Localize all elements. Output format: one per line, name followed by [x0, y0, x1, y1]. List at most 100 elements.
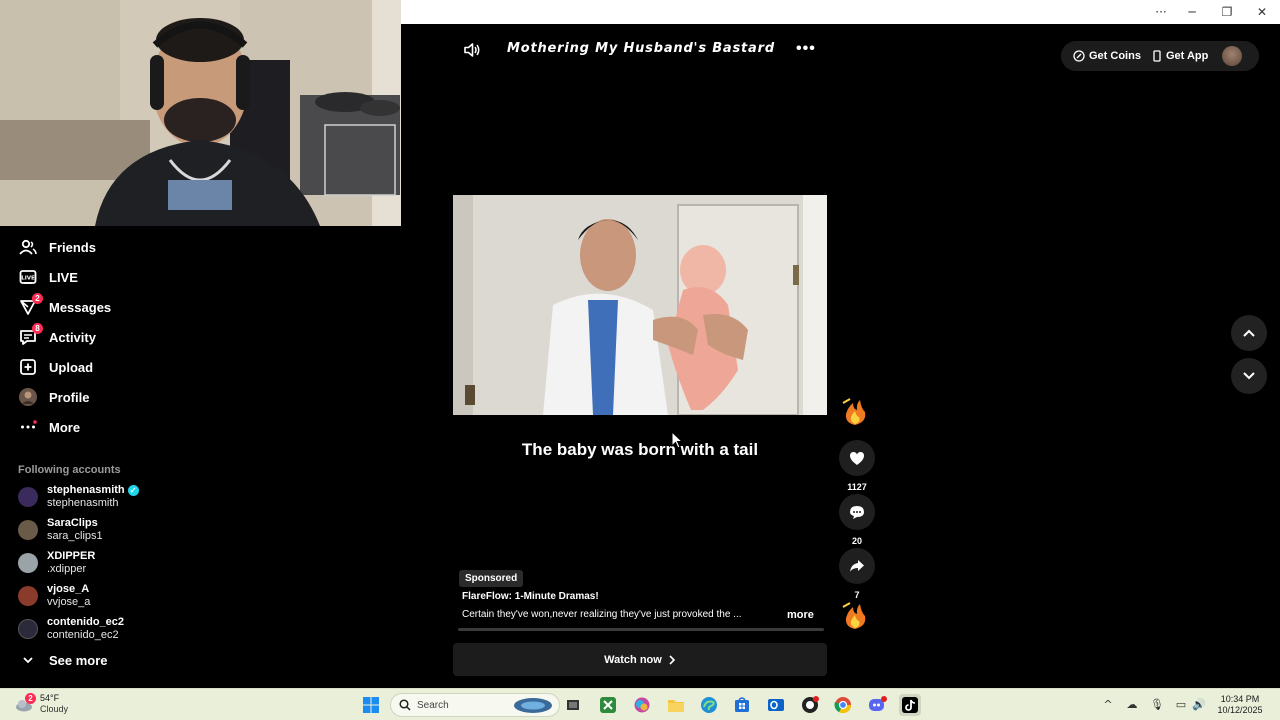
- chrome-icon[interactable]: [832, 694, 854, 716]
- upload-icon: [18, 357, 38, 377]
- tiktok-app-icon[interactable]: [899, 694, 921, 716]
- sidebar-item-upload[interactable]: Upload: [18, 355, 93, 379]
- outlook-icon[interactable]: [765, 694, 787, 716]
- volume-tray-icon[interactable]: 🔊: [1192, 697, 1206, 711]
- weather-temperature: 54°F: [40, 693, 60, 703]
- following-account-saraclips[interactable]: SaraClips sara_clips1: [18, 515, 103, 545]
- volume-button[interactable]: [462, 40, 482, 60]
- window-maximize-button[interactable]: ❐: [1210, 0, 1244, 24]
- window-minimize-button[interactable]: ─: [1175, 0, 1209, 24]
- verified-icon: ✓: [127, 485, 139, 496]
- following-account-stephenasmith[interactable]: stephenasmith ✓ stephenasmith: [18, 482, 139, 512]
- friends-icon: [18, 237, 38, 257]
- watch-now-button[interactable]: Watch now: [453, 643, 827, 676]
- chevron-up-icon: [1243, 329, 1255, 337]
- profile-avatar-button[interactable]: [1222, 46, 1243, 66]
- search-highlight-icon: [514, 698, 552, 713]
- chevron-down-icon: [18, 650, 38, 670]
- search-icon: [399, 699, 411, 711]
- sidebar-item-label: LIVE: [49, 269, 78, 285]
- ad-progress-bar: [458, 628, 824, 631]
- obs-icon[interactable]: [799, 694, 821, 716]
- sidebar-item-activity[interactable]: 8 Activity: [18, 323, 96, 349]
- following-account-contenido[interactable]: contenido_ec2 contenido_ec2: [18, 614, 124, 644]
- speaker-icon: [464, 43, 480, 57]
- task-view-icon[interactable]: [562, 694, 584, 716]
- sidebar-item-profile[interactable]: Profile: [18, 385, 89, 409]
- copilot-icon[interactable]: [631, 694, 653, 716]
- chevron-down-icon: [1243, 372, 1255, 380]
- like-count: 1127: [847, 482, 867, 492]
- cloud-icon: 2: [14, 693, 36, 713]
- sidebar-item-label: More: [49, 419, 81, 435]
- account-handle: .xdipper: [47, 563, 87, 575]
- account-handle: stephenasmith: [47, 497, 119, 509]
- get-coins-button[interactable]: Get Coins: [1073, 50, 1141, 62]
- tray-overflow-icon[interactable]: ^: [1101, 697, 1115, 711]
- edge-browser-icon[interactable]: [698, 694, 720, 716]
- webcam-overlay: [0, 0, 401, 226]
- video-player[interactable]: [453, 195, 827, 415]
- watch-now-label: Watch now: [604, 653, 662, 666]
- fire-icon: [840, 601, 870, 631]
- get-app-label: Get App: [1165, 50, 1209, 62]
- get-app-button[interactable]: Get App: [1152, 50, 1208, 62]
- share-count: 7: [854, 590, 860, 600]
- discord-icon[interactable]: [866, 694, 888, 716]
- previous-video-button[interactable]: [1231, 315, 1267, 351]
- heart-icon: [850, 451, 864, 465]
- sidebar-item-label: Friends: [49, 239, 96, 255]
- comment-button[interactable]: [839, 494, 875, 530]
- weather-widget[interactable]: 2 54°F Cloudy: [14, 693, 68, 715]
- video-caption: The baby was born with a tail: [521, 440, 759, 459]
- fire-icon: [840, 397, 870, 427]
- file-explorer-icon[interactable]: [665, 694, 687, 716]
- like-button[interactable]: [839, 440, 875, 476]
- live-icon: LIVE: [18, 267, 38, 287]
- microphone-icon[interactable]: 🎙: [1150, 697, 1164, 711]
- more-options-button[interactable]: •••: [796, 40, 816, 58]
- account-handle: sara_clips1: [47, 530, 103, 542]
- weather-condition: Cloudy: [40, 704, 69, 714]
- comment-icon: [850, 505, 864, 519]
- activity-badge: 8: [32, 323, 43, 334]
- ad-description: Certain they've won,never realizing they…: [462, 609, 742, 620]
- network-icon[interactable]: ▭: [1174, 697, 1188, 711]
- following-account-vjose[interactable]: vjose_A vvjose_a: [18, 581, 90, 611]
- weather-badge: 2: [25, 693, 36, 704]
- more-icon: [18, 417, 38, 437]
- microsoft-store-icon[interactable]: [731, 694, 753, 716]
- sidebar-item-friends[interactable]: Friends: [18, 235, 96, 259]
- following-account-xdipper[interactable]: XDIPPER .xdipper: [18, 548, 95, 578]
- onedrive-icon[interactable]: ☁: [1125, 697, 1139, 711]
- next-video-button[interactable]: [1231, 358, 1267, 394]
- window-options-button[interactable]: ···: [1144, 0, 1178, 24]
- account-name: vjose_A: [47, 583, 90, 595]
- top-actions-bar: Get Coins Get App: [1061, 41, 1259, 71]
- sidebar-item-messages[interactable]: 2 Messages: [18, 293, 112, 319]
- sidebar-item-label: Messages: [49, 299, 112, 315]
- sidebar-item-label: Activity: [49, 329, 96, 345]
- share-button[interactable]: [839, 548, 875, 584]
- avatar: [18, 619, 38, 639]
- phone-icon: [1153, 50, 1161, 62]
- ad-title: FlareFlow: 1-Minute Dramas!: [462, 591, 599, 602]
- windows-start-icon[interactable]: [360, 694, 382, 716]
- sidebar-item-more[interactable]: More: [18, 415, 80, 439]
- messages-badge: 2: [32, 293, 43, 304]
- window-close-button[interactable]: ✕: [1245, 0, 1279, 24]
- taskbar-search[interactable]: Search: [390, 693, 560, 717]
- activity-icon: 8: [18, 323, 43, 347]
- sidebar-item-label: Profile: [49, 389, 90, 405]
- ad-more-link[interactable]: more: [787, 609, 814, 621]
- see-more-button[interactable]: See more: [18, 648, 108, 672]
- xbox-app-icon[interactable]: [597, 694, 619, 716]
- sidebar-item-live[interactable]: LIVE LIVE: [18, 265, 78, 289]
- coin-icon: [1073, 50, 1085, 62]
- clock-date: 10/12/2025: [1217, 705, 1263, 715]
- sidebar: Friends LIVE LIVE 2 Messages 8 Activity: [0, 226, 400, 688]
- get-coins-label: Get Coins: [1089, 50, 1141, 62]
- taskbar-clock[interactable]: 10:34 PM 10/12/2025: [1212, 694, 1268, 716]
- svg-text:LIVE: LIVE: [21, 276, 35, 282]
- window-titlebar: ··· ─ ❐ ✕: [400, 0, 1280, 24]
